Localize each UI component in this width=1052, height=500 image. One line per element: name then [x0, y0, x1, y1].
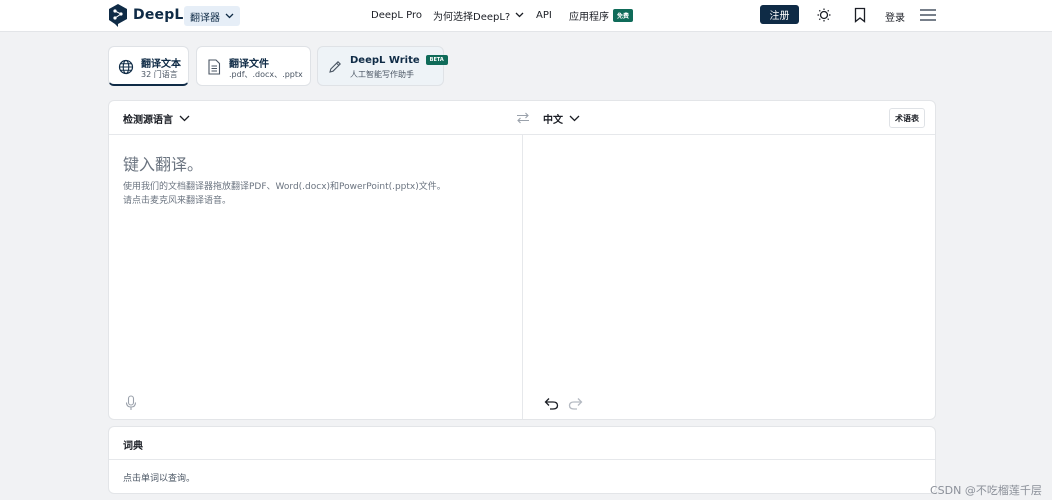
tab-translate-files[interactable]: 翻译文件 .pdf、.docx、.pptx: [196, 46, 311, 86]
tab-translate-text-title: 翻译文本: [141, 59, 181, 70]
tab-translate-text-subtitle: 32 门语言: [141, 70, 178, 79]
target-text-area: [523, 135, 935, 419]
product-selector-label: 翻译器: [190, 12, 220, 24]
source-hint: 使用我们的文档翻译器拖放翻译PDF、Word(.docx)和PowerPoint…: [123, 180, 503, 208]
globe-icon: [117, 58, 135, 76]
deepl-logo[interactable]: DeepL: [108, 3, 184, 27]
source-text-area[interactable]: 键入翻译。 使用我们的文档翻译器拖放翻译PDF、Word(.docx)和Powe…: [109, 135, 522, 419]
translator-panel: 检测源语言 中文 术语表 键入翻译。 使用我们的文档翻译器拖放翻译PDF、Wor…: [108, 100, 936, 420]
nav-apps[interactable]: 应用程序 免费: [569, 0, 634, 30]
menu-icon[interactable]: [919, 6, 937, 24]
glossary-button[interactable]: 术语表: [889, 108, 925, 128]
target-language-label: 中文: [543, 115, 563, 126]
watermark: CSDN @不吃榴莲千层: [930, 484, 1042, 497]
deepl-logo-icon: [109, 4, 127, 27]
swap-icon: [517, 112, 529, 124]
nav-deepl-pro-label: DeepL Pro: [371, 9, 422, 21]
source-hint-line-1: 使用我们的文档翻译器拖放翻译PDF、Word(.docx)和PowerPoint…: [123, 182, 446, 192]
signup-button[interactable]: 注册: [760, 5, 799, 24]
login-link[interactable]: 登录: [885, 9, 905, 24]
tab-translate-files-subtitle: .pdf、.docx、.pptx: [229, 70, 303, 79]
chevron-down-icon: [179, 115, 190, 122]
tab-deepl-write-subtitle: 人工智能写作助手: [350, 70, 414, 79]
nav-why-deepl-label: 为何选择DeepL?: [433, 11, 511, 23]
beta-badge: BETA: [425, 55, 448, 65]
pen-icon: [326, 58, 344, 76]
source-placeholder: 键入翻译。: [123, 155, 204, 174]
bookmark-icon[interactable]: [851, 6, 869, 24]
free-badge: 免费: [613, 8, 634, 22]
dictionary-title: 词典: [123, 441, 143, 452]
nav-api-label: API: [536, 9, 552, 21]
dictionary-hint: 点击单词以查询。: [123, 474, 196, 484]
tab-deepl-write-title: DeepL Write BETA: [350, 55, 448, 66]
nav-why-deepl[interactable]: 为何选择DeepL?: [433, 0, 524, 30]
undo-button[interactable]: [543, 395, 559, 411]
language-bar: 检测源语言 中文 术语表: [109, 101, 935, 135]
product-selector[interactable]: 翻译器: [184, 6, 240, 26]
swap-languages-button[interactable]: [515, 110, 531, 126]
chevron-down-icon: [225, 13, 234, 19]
tab-deepl-write-title-text: DeepL Write: [350, 55, 420, 66]
nav-api[interactable]: API: [536, 0, 552, 30]
source-language-label: 检测源语言: [123, 115, 173, 126]
undo-icon: [544, 397, 558, 410]
microphone-button[interactable]: [123, 395, 139, 411]
document-icon: [205, 58, 223, 76]
tab-translate-files-title: 翻译文件: [229, 59, 269, 70]
dictionary-divider: [109, 459, 935, 460]
lightbulb-icon[interactable]: [815, 6, 833, 24]
top-header: DeepL 翻译器 DeepL Pro 为何选择DeepL? API 应用程序 …: [0, 0, 1052, 32]
nav-deepl-pro[interactable]: DeepL Pro: [371, 0, 422, 30]
brand-name: DeepL: [133, 7, 184, 23]
tab-deepl-write[interactable]: DeepL Write BETA 人工智能写作助手: [317, 46, 448, 86]
redo-button[interactable]: [567, 395, 583, 411]
chevron-down-icon: [515, 12, 524, 18]
target-language-select[interactable]: 中文: [543, 111, 580, 126]
tab-translate-text[interactable]: 翻译文本 32 门语言: [108, 46, 189, 86]
redo-icon: [568, 397, 582, 410]
dictionary-panel: 词典 点击单词以查询。: [108, 426, 936, 494]
microphone-icon: [125, 395, 137, 410]
chevron-down-icon: [569, 115, 580, 122]
nav-apps-label: 应用程序: [569, 11, 609, 23]
source-language-select[interactable]: 检测源语言: [123, 111, 190, 126]
source-hint-line-2: 请点击麦克风来翻译语音。: [123, 196, 232, 206]
